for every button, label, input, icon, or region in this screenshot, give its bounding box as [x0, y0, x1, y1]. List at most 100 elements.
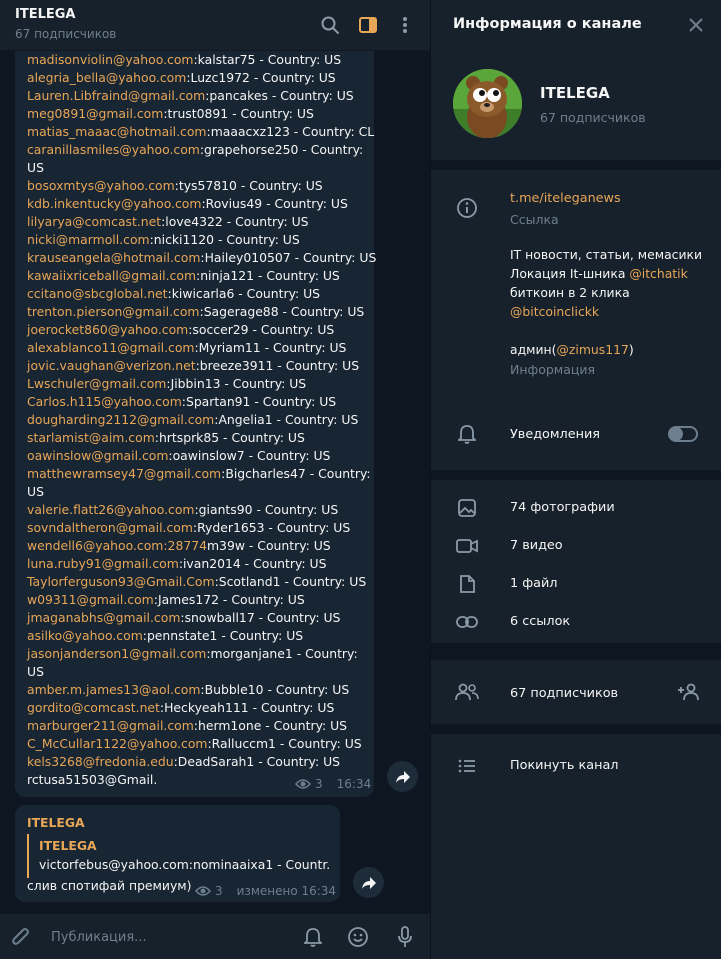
email-link[interactable]: madisonviolin@yahoo.com [27, 52, 193, 67]
email-link[interactable]: trenton.pierson@gmail.com [27, 304, 200, 319]
message-line: krauseangela@hotmail.com:Hailey010507 - … [27, 249, 376, 267]
email-link[interactable]: kels3268@fredonia.edu [27, 754, 174, 769]
email-link[interactable]: matias_maaac@hotmail.com [27, 124, 207, 139]
more-options-icon[interactable] [393, 13, 417, 37]
media-links[interactable]: 6 ссылок [510, 614, 570, 629]
notifications-toggle[interactable] [668, 426, 698, 442]
media-photos[interactable]: 74 фотографии [510, 500, 615, 515]
message-line: valerie.flatt26@yahoo.com:giants90 - Cou… [27, 501, 367, 519]
list-icon [455, 754, 479, 778]
message-line: lilyarya@comcast.net:love4322 - Country:… [27, 213, 367, 231]
add-user-icon[interactable] [677, 680, 701, 704]
line-text: :Angelia1 - Country: US [214, 412, 359, 427]
description-link[interactable]: @itchatik [629, 266, 687, 281]
link-icon [455, 610, 479, 634]
message-line: luna.ruby91@gmail.com:ivan2014 - Country… [27, 555, 367, 573]
search-icon[interactable] [318, 13, 342, 37]
email-link[interactable]: matthewramsey47@gmail.com [27, 466, 221, 481]
composer: Публикация... [0, 913, 430, 959]
reply-quote[interactable]: ITELEGA victorfebus@yahoo.com:nominaaixa… [27, 834, 329, 878]
email-link[interactable]: gordito@comcast.net [27, 700, 160, 715]
message-time: изменено 16:34 [236, 884, 337, 898]
chat-title[interactable]: ITELEGA [15, 7, 75, 22]
message-line: asilko@yahoo.com:pennstate1 - Country: U… [27, 627, 367, 645]
line-text: :hrtsprk85 - Country: US [154, 430, 305, 445]
email-link[interactable]: meg0891@gmail.com [27, 106, 163, 121]
email-link[interactable]: oawinslow@gmail.com [27, 448, 168, 463]
email-link[interactable]: ccitano@sbcglobal.net [27, 286, 168, 301]
subscribers-link[interactable]: 67 подписчиков [510, 686, 618, 701]
email-link[interactable]: marburger211@gmail.com [27, 718, 194, 733]
email-link[interactable]: wendell6@yahoo.com:28774 [27, 538, 207, 553]
email-link[interactable]: amber.m.james13@aol.com [27, 682, 200, 697]
quote-author: ITELEGA [39, 838, 97, 853]
email-link[interactable]: lilyarya@comcast.net [27, 214, 161, 229]
message-line: amber.m.james13@aol.com:Bubble10 - Count… [27, 681, 367, 699]
message-bubble-list[interactable]: madisonviolin@yahoo.com:kalstar75 - Coun… [15, 51, 376, 797]
email-link[interactable]: jmaganabhs@gmail.com [27, 610, 180, 625]
media-videos[interactable]: 7 видео [510, 538, 563, 553]
email-link[interactable]: caranillasmiles@yahoo.com [27, 142, 200, 157]
line-text: :Ryder1653 - Country: US [192, 520, 351, 535]
description-link[interactable]: @zimus117 [557, 342, 629, 357]
message-author[interactable]: ITELEGA [27, 815, 85, 830]
email-link[interactable]: krauseangela@hotmail.com [27, 250, 200, 265]
channel-link[interactable]: t.me/iteleganews [510, 191, 621, 206]
avatar[interactable] [453, 69, 522, 138]
share-icon [361, 876, 376, 889]
email-link[interactable]: alexablanco11@gmail.com [27, 340, 195, 355]
email-link[interactable]: sovndaltheron@gmail.com [27, 520, 193, 535]
channel-header-section: Информация о канале ITELEGA 67 подписчик… [431, 0, 721, 160]
email-link[interactable]: kdb.inkentucky@yahoo.com [27, 196, 201, 211]
line-text: :James172 - Country: US [153, 592, 305, 607]
message-line: trenton.pierson@gmail.com:Sagerage88 - C… [27, 303, 367, 321]
message-text: слив спотифай премиум) [27, 878, 192, 893]
info-icon [455, 196, 479, 220]
email-link[interactable]: C_McCullar1122@yahoo.com [27, 736, 207, 751]
email-link[interactable]: luna.ruby91@gmail.com [27, 556, 179, 571]
media-files[interactable]: 1 файл [510, 576, 558, 591]
message-line: alexablanco11@gmail.com:Myriam11 - Count… [27, 339, 367, 357]
emoji-icon[interactable] [345, 924, 371, 950]
line-text: US [27, 484, 44, 499]
email-link[interactable]: valerie.flatt26@yahoo.com [27, 502, 195, 517]
message-bubble-forwarded[interactable]: ITELEGA ITELEGA victorfebus@yahoo.com:no… [15, 805, 340, 902]
email-link[interactable]: Carlos.h115@yahoo.com [27, 394, 182, 409]
email-link[interactable]: dougharding2112@gmail.com [27, 412, 214, 427]
message-line: jovic.vaughan@verizon.net:breeze3911 - C… [27, 357, 367, 375]
bell-icon[interactable] [300, 924, 326, 950]
email-link[interactable]: Lauren.Libfraind@gmail.com [27, 88, 205, 103]
email-link[interactable]: asilko@yahoo.com [27, 628, 143, 643]
message-line: US [27, 483, 367, 501]
channel-name: ITELEGA [540, 84, 610, 102]
email-link[interactable]: Lwschuler@gmail.com [27, 376, 166, 391]
microphone-icon[interactable] [392, 924, 418, 950]
message-line: nicki@marmoll.com:nicki1120 - Country: U… [27, 231, 367, 249]
description-link[interactable]: @bitcoinclickk [510, 302, 710, 321]
email-link[interactable]: nicki@marmoll.com [27, 232, 150, 247]
subscribers-section: 67 подписчиков [431, 660, 721, 724]
forward-button[interactable] [353, 867, 384, 898]
message-input[interactable]: Публикация... [51, 930, 147, 945]
line-text: US [27, 160, 44, 175]
email-link[interactable]: kawaiixriceball@gmail.com [27, 268, 196, 283]
sidebar-toggle-icon[interactable] [356, 13, 380, 37]
email-link[interactable]: starlamist@aim.com [27, 430, 155, 445]
attach-icon[interactable] [8, 924, 34, 950]
email-link[interactable]: alegria_bella@yahoo.com [27, 70, 186, 85]
share-icon [395, 770, 410, 783]
quote-text: victorfebus@yahoo.com:nominaaixa1 - Coun… [39, 857, 329, 872]
email-link[interactable]: jasonjanderson1@gmail.com [27, 646, 206, 661]
email-link[interactable]: w09311@gmail.com [27, 592, 154, 607]
email-link[interactable]: joerocket860@yahoo.com [27, 322, 188, 337]
leave-channel-button[interactable]: Покинуть канал [510, 758, 618, 773]
message-line: sovndaltheron@gmail.com:Ryder1653 - Coun… [27, 519, 367, 537]
channel-description: IT новости, статьи, мемасики Локация It-… [510, 245, 710, 359]
forward-button[interactable] [387, 761, 418, 792]
email-link[interactable]: Taylorferguson93@Gmail.Com [27, 574, 215, 589]
close-icon[interactable] [685, 14, 707, 36]
email-link[interactable]: bosoxmtys@yahoo.com [27, 178, 175, 193]
line-text: :Spartan91 - Country: US [181, 394, 337, 409]
email-link[interactable]: jovic.vaughan@verizon.net [27, 358, 196, 373]
line-text: :grapehorse250 - Country: [199, 142, 364, 157]
